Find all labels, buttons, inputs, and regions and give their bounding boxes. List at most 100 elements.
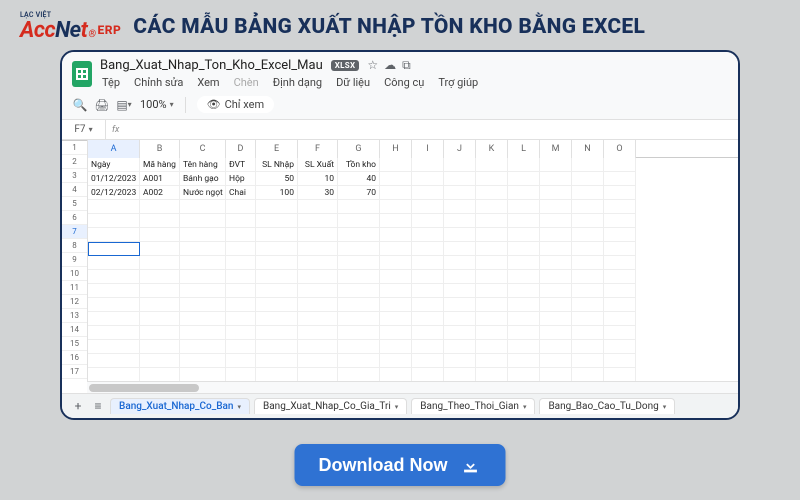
cell[interactable] [476, 326, 508, 340]
cell[interactable] [140, 368, 180, 381]
sheet-tab-active[interactable]: Bang_Xuat_Nhap_Co_Ban▾ [110, 398, 250, 414]
cell[interactable] [508, 242, 540, 256]
cell[interactable] [508, 200, 540, 214]
row-header[interactable]: 5 [62, 197, 87, 211]
cell[interactable] [338, 354, 380, 368]
cell[interactable] [226, 354, 256, 368]
cell[interactable] [140, 298, 180, 312]
cell[interactable] [226, 200, 256, 214]
cell[interactable] [298, 242, 338, 256]
cell[interactable] [298, 200, 338, 214]
row-header[interactable]: 1 [62, 141, 87, 155]
cell[interactable]: 10 [298, 172, 338, 186]
cell[interactable] [540, 354, 572, 368]
cell[interactable] [226, 298, 256, 312]
sheet-tab[interactable]: Bang_Theo_Thoi_Gian▾ [411, 398, 535, 414]
cell[interactable] [380, 270, 412, 284]
cell[interactable]: Tên hàng [180, 158, 226, 172]
column-header[interactable]: C [180, 140, 226, 158]
cell[interactable] [444, 158, 476, 172]
cell[interactable] [380, 200, 412, 214]
cell[interactable] [444, 172, 476, 186]
cell[interactable] [540, 256, 572, 270]
cell[interactable] [508, 284, 540, 298]
cell[interactable] [604, 326, 636, 340]
cell[interactable] [256, 312, 298, 326]
cell[interactable] [572, 242, 604, 256]
zoom-dropdown[interactable]: 100%▾ [140, 98, 174, 111]
column-header[interactable]: N [572, 140, 604, 158]
cell[interactable] [604, 340, 636, 354]
cell[interactable] [88, 354, 140, 368]
cell[interactable] [476, 368, 508, 381]
cell[interactable] [604, 284, 636, 298]
cell[interactable] [298, 256, 338, 270]
cell[interactable] [88, 256, 140, 270]
cell[interactable] [572, 158, 604, 172]
cell[interactable] [412, 256, 444, 270]
cell[interactable] [412, 200, 444, 214]
cell[interactable] [380, 242, 412, 256]
cell[interactable] [140, 214, 180, 228]
cell[interactable] [444, 298, 476, 312]
cell[interactable] [572, 326, 604, 340]
cell[interactable] [444, 242, 476, 256]
cell[interactable] [604, 242, 636, 256]
cell[interactable] [604, 200, 636, 214]
cell[interactable] [604, 214, 636, 228]
cell[interactable] [256, 228, 298, 242]
cell[interactable] [88, 270, 140, 284]
cell[interactable] [476, 172, 508, 186]
cell[interactable] [88, 214, 140, 228]
column-header[interactable]: E [256, 140, 298, 158]
cell[interactable] [604, 158, 636, 172]
cell[interactable] [380, 326, 412, 340]
cell[interactable] [540, 186, 572, 200]
cell[interactable] [476, 270, 508, 284]
menu-tools[interactable]: Công cụ [382, 75, 426, 90]
cell[interactable] [540, 242, 572, 256]
cell[interactable] [540, 200, 572, 214]
column-header[interactable]: D [226, 140, 256, 158]
column-header[interactable]: K [476, 140, 508, 158]
cell[interactable] [508, 228, 540, 242]
cell[interactable] [338, 242, 380, 256]
cell[interactable] [572, 312, 604, 326]
cell[interactable] [180, 312, 226, 326]
cell[interactable] [180, 368, 226, 381]
cell[interactable] [380, 312, 412, 326]
star-icon[interactable]: ☆ [367, 58, 378, 73]
cell[interactable] [298, 312, 338, 326]
cell[interactable] [256, 242, 298, 256]
cell[interactable] [298, 298, 338, 312]
cell[interactable] [540, 158, 572, 172]
cell[interactable] [226, 228, 256, 242]
cell[interactable] [540, 326, 572, 340]
cell[interactable] [476, 298, 508, 312]
sheet-grid[interactable]: 1234567891011121314151617181920 ABCDEFGH… [62, 140, 738, 381]
cell[interactable] [180, 354, 226, 368]
cell[interactable] [226, 312, 256, 326]
cell[interactable] [604, 312, 636, 326]
cell[interactable] [226, 256, 256, 270]
cell[interactable] [476, 214, 508, 228]
cell[interactable] [412, 340, 444, 354]
cell[interactable] [508, 298, 540, 312]
cell[interactable] [572, 270, 604, 284]
cell[interactable] [226, 326, 256, 340]
row-header[interactable]: 2 [62, 155, 87, 169]
cell[interactable] [180, 214, 226, 228]
cell[interactable] [444, 312, 476, 326]
cell[interactable] [572, 340, 604, 354]
cell[interactable] [572, 284, 604, 298]
cell[interactable] [444, 214, 476, 228]
cell[interactable] [540, 312, 572, 326]
cell[interactable] [88, 340, 140, 354]
cell[interactable]: Bánh gạo [180, 172, 226, 186]
cell[interactable] [298, 284, 338, 298]
cell[interactable] [572, 298, 604, 312]
cell[interactable] [256, 368, 298, 381]
cell[interactable] [508, 354, 540, 368]
all-sheets-icon[interactable]: ≡ [90, 399, 106, 413]
cell[interactable] [508, 270, 540, 284]
